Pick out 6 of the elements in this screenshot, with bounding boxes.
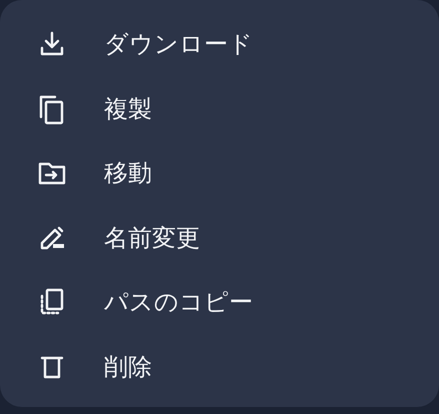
- menu-item[interactable]: ダウンロード: [0, 12, 439, 76]
- menu-item[interactable]: 名前変更: [0, 206, 439, 270]
- menu-item[interactable]: 移動: [0, 141, 439, 206]
- menu-item[interactable]: 複製: [0, 76, 439, 141]
- menu-item[interactable]: パスのコピー: [0, 270, 439, 334]
- menu-item[interactable]: 削除: [0, 334, 439, 399]
